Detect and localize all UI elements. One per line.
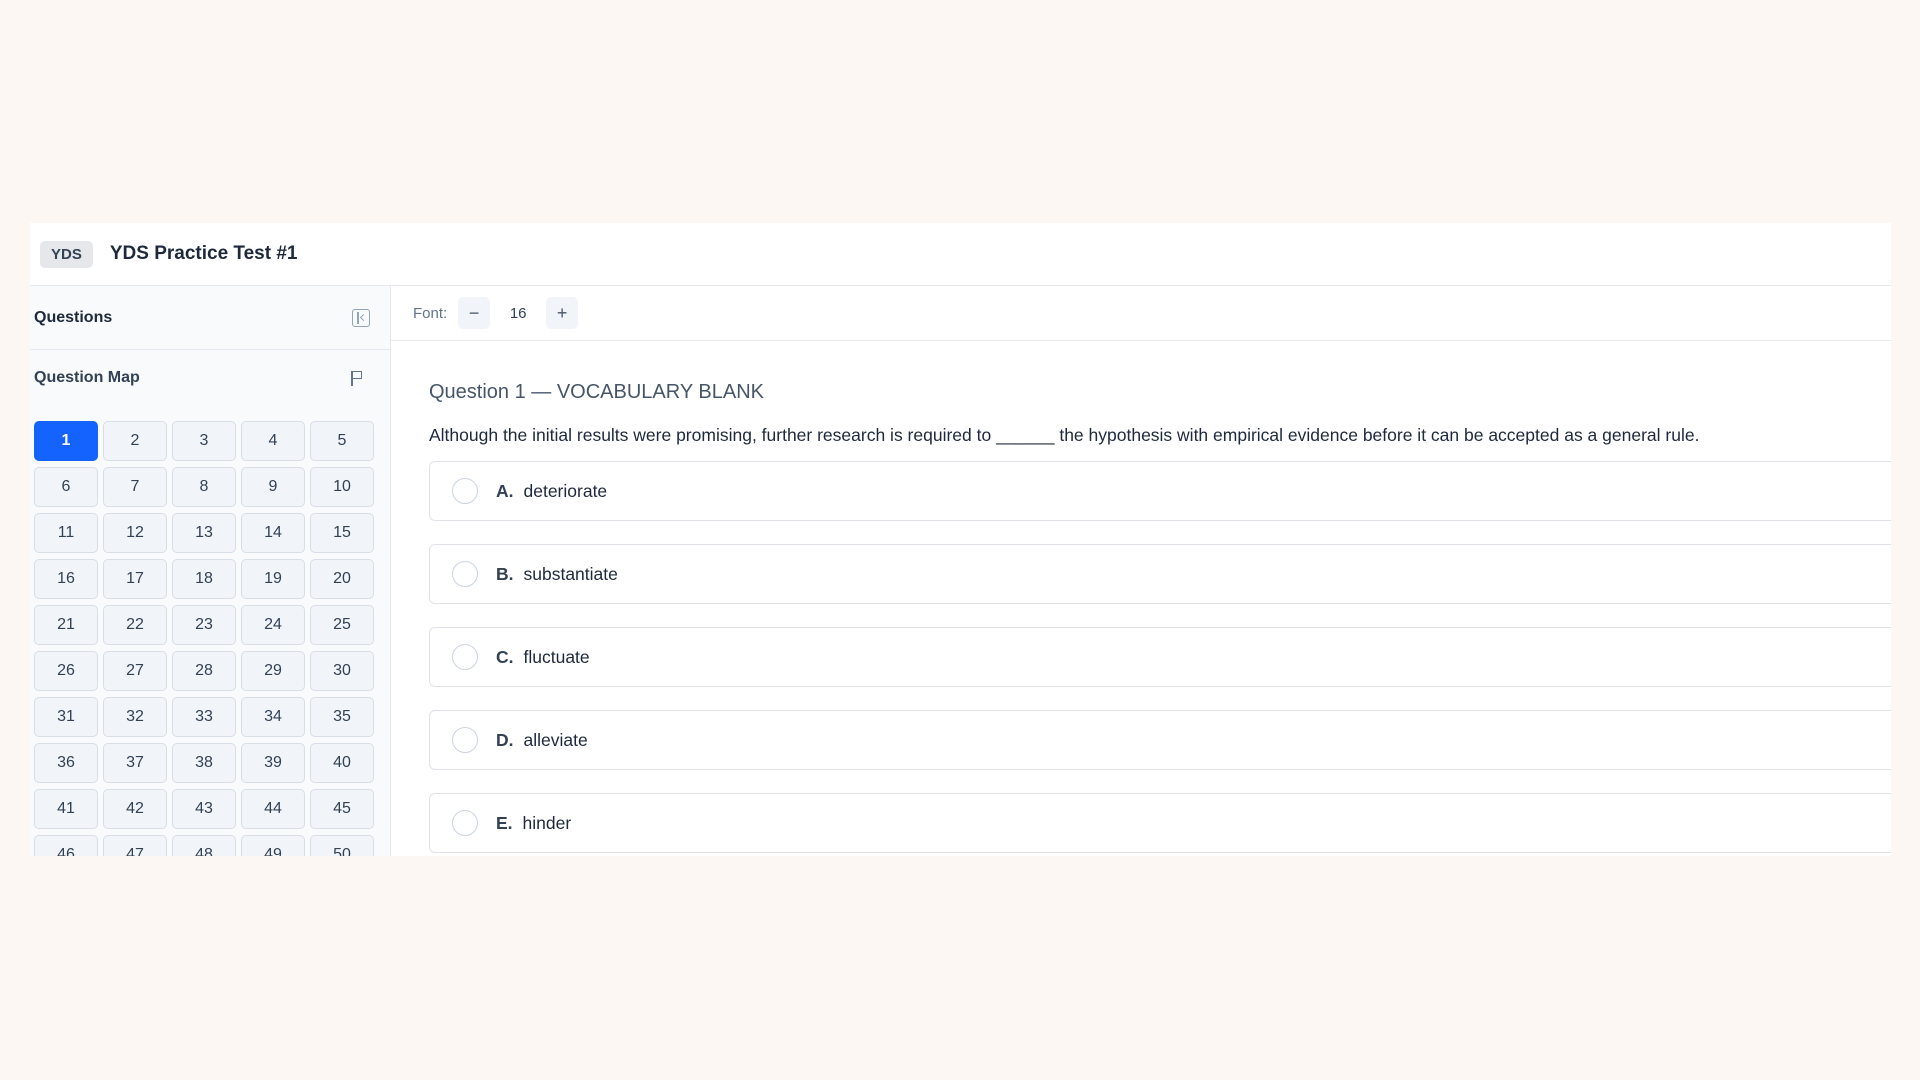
- question-map-cell[interactable]: 8: [172, 467, 236, 507]
- flag-icon[interactable]: [350, 370, 364, 386]
- radio-button[interactable]: [452, 644, 478, 670]
- answer-options: A. deteriorate B. substantiate C. fluctuate D.…: [429, 461, 1891, 853]
- question-map-cell[interactable]: 39: [241, 743, 305, 783]
- sidebar: Questions Question Map 1 2 3 4 5 6 7 8 9 10 11 12 13…: [30, 286, 391, 856]
- answer-option[interactable]: A. deteriorate: [429, 461, 1891, 521]
- font-toolbar: Font: − 16 +: [391, 286, 1891, 341]
- radio-button[interactable]: [452, 727, 478, 753]
- option-text: hinder: [522, 812, 572, 833]
- option-letter: A.: [496, 480, 514, 501]
- option-text: substantiate: [523, 563, 618, 584]
- question-map-cell[interactable]: 23: [172, 605, 236, 645]
- question-map-header: Question Map: [30, 350, 390, 406]
- question-map-cell[interactable]: 16: [34, 559, 98, 599]
- question-map-cell[interactable]: 10: [310, 467, 374, 507]
- collapse-sidebar-icon[interactable]: [352, 308, 370, 327]
- question-content: Question 1 — VOCABULARY BLANK Although t…: [391, 341, 1891, 853]
- question-map-cell[interactable]: 40: [310, 743, 374, 783]
- question-map-title: Question Map: [34, 369, 140, 386]
- question-map-cell[interactable]: 3: [172, 421, 236, 461]
- question-map-cell[interactable]: 20: [310, 559, 374, 599]
- top-bar: YDS YDS Practice Test #1: [30, 223, 1891, 286]
- font-label: Font:: [413, 304, 448, 322]
- radio-button[interactable]: [452, 478, 478, 504]
- question-map-cell[interactable]: 29: [241, 651, 305, 691]
- question-text: Although the initial results were promis…: [429, 425, 1700, 445]
- question-map-cell[interactable]: 28: [172, 651, 236, 691]
- answer-option[interactable]: E. hinder: [429, 793, 1891, 853]
- question-map-cell[interactable]: 50: [310, 835, 374, 856]
- question-map-cell[interactable]: 38: [172, 743, 236, 783]
- question-map-cell[interactable]: 27: [103, 651, 167, 691]
- question-map-cell[interactable]: 6: [34, 467, 98, 507]
- radio-button[interactable]: [452, 810, 478, 836]
- question-header: Question 1 — VOCABULARY BLANK: [429, 381, 764, 403]
- question-map-cell[interactable]: 18: [172, 559, 236, 599]
- question-map-grid: 1 2 3 4 5 6 7 8 9 10 11 12 13 14 15 16 17 18 19 20 21 22 23 24 2…: [30, 406, 390, 856]
- question-map-cell[interactable]: 49: [241, 835, 305, 856]
- question-map-cell[interactable]: 45: [310, 789, 374, 829]
- question-map-cell[interactable]: 41: [34, 789, 98, 829]
- answer-option[interactable]: C. fluctuate: [429, 627, 1891, 687]
- answer-option[interactable]: D. alleviate: [429, 710, 1891, 770]
- question-map-cell[interactable]: 35: [310, 697, 374, 737]
- question-map-cell[interactable]: 4: [241, 421, 305, 461]
- question-map-cell[interactable]: 43: [172, 789, 236, 829]
- question-map-cell[interactable]: 33: [172, 697, 236, 737]
- main-panel: Font: − 16 + Question 1 — VOCABULARY BLA…: [391, 286, 1891, 856]
- option-text: fluctuate: [523, 646, 590, 667]
- option-letter: E.: [496, 812, 513, 833]
- question-map-cell[interactable]: 26: [34, 651, 98, 691]
- question-map-cell[interactable]: 30: [310, 651, 374, 691]
- option-letter: D.: [496, 729, 514, 750]
- sidebar-title: Questions: [34, 308, 113, 326]
- question-map-cell[interactable]: 11: [34, 513, 98, 553]
- question-map-cell[interactable]: 46: [34, 835, 98, 856]
- page-title: YDS Practice Test #1: [109, 243, 298, 264]
- question-map-cell[interactable]: 44: [241, 789, 305, 829]
- question-map-cell[interactable]: 31: [34, 697, 98, 737]
- sidebar-header: Questions: [30, 286, 390, 350]
- question-map-cell[interactable]: 36: [34, 743, 98, 783]
- question-map-cell[interactable]: 14: [241, 513, 305, 553]
- question-map-cell[interactable]: 22: [103, 605, 167, 645]
- question-map-cell[interactable]: 34: [241, 697, 305, 737]
- question-map-cell[interactable]: 7: [103, 467, 167, 507]
- question-map-cell[interactable]: 42: [103, 789, 167, 829]
- question-map-cell[interactable]: 15: [310, 513, 374, 553]
- question-map-cell[interactable]: 19: [241, 559, 305, 599]
- question-map-cell[interactable]: 32: [103, 697, 167, 737]
- question-map-cell[interactable]: 1: [34, 421, 98, 461]
- question-map-cell[interactable]: 17: [103, 559, 167, 599]
- question-map-cell[interactable]: 21: [34, 605, 98, 645]
- question-map-cell[interactable]: 12: [103, 513, 167, 553]
- option-letter: C.: [496, 646, 514, 667]
- option-text: alleviate: [523, 729, 588, 750]
- font-increase-button[interactable]: +: [546, 297, 579, 329]
- question-map-cell[interactable]: 13: [172, 513, 236, 553]
- exam-app: YDS YDS Practice Test #1 Questions Quest…: [30, 223, 1891, 856]
- question-map-cell[interactable]: 5: [310, 421, 374, 461]
- question-map-cell[interactable]: 25: [310, 605, 374, 645]
- question-map-cell[interactable]: 2: [103, 421, 167, 461]
- font-decrease-button[interactable]: −: [458, 297, 491, 329]
- exam-badge: YDS: [40, 240, 93, 268]
- font-size-value: 16: [509, 304, 527, 322]
- question-map-cell[interactable]: 48: [172, 835, 236, 856]
- option-text: deteriorate: [523, 480, 608, 501]
- option-letter: B.: [496, 563, 514, 584]
- question-map-cell[interactable]: 9: [241, 467, 305, 507]
- question-map-cell[interactable]: 47: [103, 835, 167, 856]
- answer-option[interactable]: B. substantiate: [429, 544, 1891, 604]
- question-map-cell[interactable]: 24: [241, 605, 305, 645]
- radio-button[interactable]: [452, 561, 478, 587]
- question-map-cell[interactable]: 37: [103, 743, 167, 783]
